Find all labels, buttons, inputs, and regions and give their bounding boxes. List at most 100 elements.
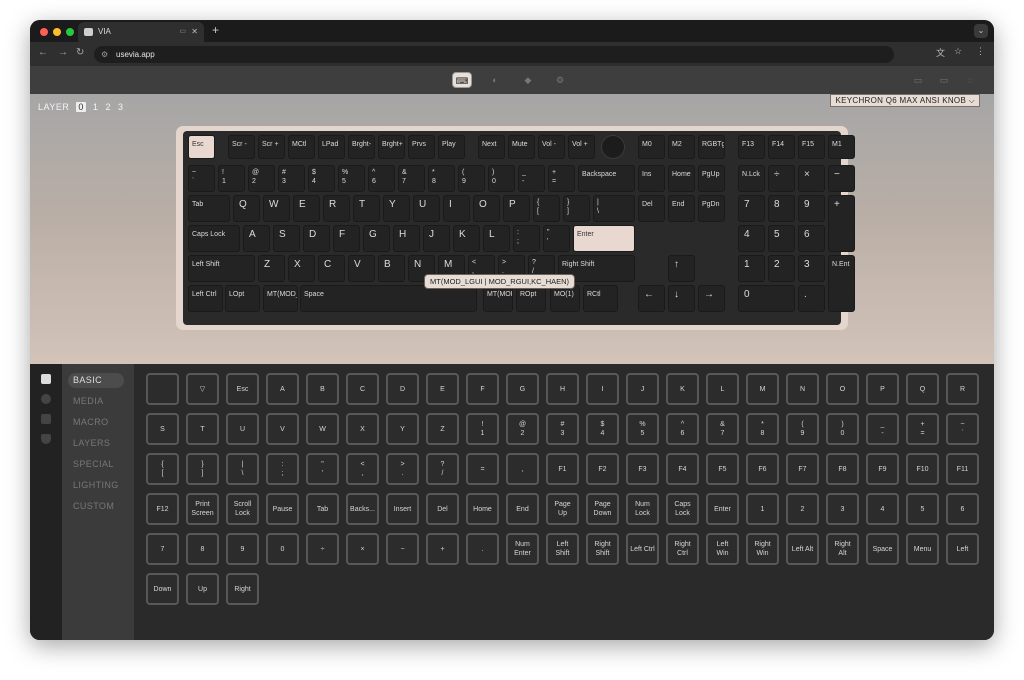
keycode-button[interactable]: 4: [866, 493, 899, 525]
keycode-button[interactable]: 2: [786, 493, 819, 525]
keycode-button[interactable]: A: [266, 373, 299, 405]
keycode-button[interactable]: Home: [466, 493, 499, 525]
keyboard-key[interactable]: | \: [593, 195, 635, 222]
new-tab-button[interactable]: +: [212, 23, 219, 37]
keycode-button[interactable]: & 7: [706, 413, 739, 445]
keycode-button[interactable]: H: [546, 373, 579, 405]
keycode-button[interactable]: Page Down: [586, 493, 619, 525]
keyboard-key[interactable]: .: [798, 285, 825, 312]
keyboard-key[interactable]: ~ `: [188, 165, 215, 192]
keyboard-key[interactable]: →: [698, 285, 725, 312]
keyboard-key[interactable]: ! 1: [218, 165, 245, 192]
keyboard-key[interactable]: Y: [383, 195, 410, 222]
bookmark-star-icon[interactable]: ☆: [954, 46, 962, 57]
keycode-button[interactable]: J: [626, 373, 659, 405]
keyboard-key[interactable]: F: [333, 225, 360, 252]
keycode-button[interactable]: 1: [746, 493, 779, 525]
keyboard-key[interactable]: _ -: [518, 165, 545, 192]
keyboard-key[interactable]: ↓: [668, 285, 695, 312]
keyboard-key[interactable]: $ 4: [308, 165, 335, 192]
category-layers[interactable]: LAYERS: [68, 436, 124, 451]
keyboard-key[interactable]: Scr -: [228, 135, 255, 159]
keycode-button[interactable]: Page Up: [546, 493, 579, 525]
keycode-button[interactable]: N: [786, 373, 819, 405]
keycode-button[interactable]: ! 1: [466, 413, 499, 445]
category-special[interactable]: SPECIAL: [68, 457, 124, 472]
keyboard-key[interactable]: S: [273, 225, 300, 252]
browser-tab[interactable]: VIA ▭ ✕: [78, 22, 204, 42]
keyboard-key[interactable]: RGBTg: [698, 135, 725, 159]
keycode-button[interactable]: { [: [146, 453, 179, 485]
keycode-button[interactable]: B: [306, 373, 339, 405]
keyboard-key[interactable]: Mute: [508, 135, 535, 159]
keyboard-key[interactable]: " ': [543, 225, 570, 252]
keycode-button[interactable]: Backs...: [346, 493, 379, 525]
keyboard-key[interactable]: % 5: [338, 165, 365, 192]
keycode-button[interactable]: Left Ctrl: [626, 533, 659, 565]
keycode-button[interactable]: S: [146, 413, 179, 445]
keycode-button[interactable]: ^ 6: [666, 413, 699, 445]
via-ext-icon-3[interactable]: ◌: [960, 72, 980, 88]
via-ext-icon-1[interactable]: ▭: [908, 72, 928, 88]
settings-gear-icon[interactable]: ⚙: [550, 72, 570, 88]
keycode-button[interactable]: Left Shift: [546, 533, 579, 565]
keycode-button[interactable]: X: [346, 413, 379, 445]
keyboard-key[interactable]: Del: [638, 195, 665, 222]
keycode-button[interactable]: I: [586, 373, 619, 405]
keyboard-key[interactable]: 9: [798, 195, 825, 222]
category-custom[interactable]: CUSTOM: [68, 499, 124, 514]
keycode-button[interactable]: L: [706, 373, 739, 405]
keyboard-key[interactable]: X: [288, 255, 315, 282]
keycode-button[interactable]: Right Alt: [826, 533, 859, 565]
keyboard-key[interactable]: U: [413, 195, 440, 222]
keyboard-key[interactable]: LPad: [318, 135, 345, 159]
category-macro[interactable]: MACRO: [68, 415, 124, 430]
keyboard-key[interactable]: Tab: [188, 195, 230, 222]
keyboard-key[interactable]: Brght-: [348, 135, 375, 159]
keycode-button[interactable]: F4: [666, 453, 699, 485]
layer-1-button[interactable]: 1: [93, 102, 99, 112]
keyboard-key[interactable]: I: [443, 195, 470, 222]
keyboard-key[interactable]: Play: [438, 135, 465, 159]
keycode-button[interactable]: Scroll Lock: [226, 493, 259, 525]
tab-search-button[interactable]: ⌄: [974, 24, 988, 38]
keycode-button[interactable]: Right Win: [746, 533, 779, 565]
keyboard-key[interactable]: 8: [768, 195, 795, 222]
keyboard-key[interactable]: ^ 6: [368, 165, 395, 192]
close-tab-icon[interactable]: ✕: [191, 22, 198, 42]
translate-icon[interactable]: 文: [936, 46, 945, 59]
keycode-button[interactable]: P: [866, 373, 899, 405]
keyboard-key[interactable]: P: [503, 195, 530, 222]
keyboard-key[interactable]: M2: [668, 135, 695, 159]
keycode-button[interactable]: + =: [906, 413, 939, 445]
category-media[interactable]: MEDIA: [68, 394, 124, 409]
keyboard-key[interactable]: 2: [768, 255, 795, 282]
keycode-button[interactable]: ( 9: [786, 413, 819, 445]
keycode-button[interactable]: F10: [906, 453, 939, 485]
keyboard-key[interactable]: MCtl: [288, 135, 315, 159]
keyboard-key[interactable]: Backspace: [578, 165, 635, 192]
keycode-button[interactable]: F6: [746, 453, 779, 485]
keycode-button[interactable]: +: [426, 533, 459, 565]
keycode-button[interactable]: ~ `: [946, 413, 979, 445]
keycode-button[interactable]: End: [506, 493, 539, 525]
keyboard-key[interactable]: } ]: [563, 195, 590, 222]
keyboard-key[interactable]: : ;: [513, 225, 540, 252]
design-icon[interactable]: ◆: [518, 72, 538, 88]
keyboard-configure-icon[interactable]: ⌨: [452, 72, 472, 88]
keyboard-key[interactable]: Caps Lock: [188, 225, 240, 252]
layer-3-button[interactable]: 3: [118, 102, 124, 112]
keyboard-key[interactable]: { [: [533, 195, 560, 222]
rotary-knob[interactable]: [601, 135, 625, 159]
keycode-button[interactable]: Print Screen: [186, 493, 219, 525]
keyboard-key[interactable]: B: [378, 255, 405, 282]
keycode-button[interactable]: Caps Lock: [666, 493, 699, 525]
category-basic[interactable]: BASIC: [68, 373, 124, 388]
keycode-button[interactable]: ×: [346, 533, 379, 565]
keyboard-key[interactable]: +: [828, 195, 855, 252]
keycode-button[interactable]: F5: [706, 453, 739, 485]
via-ext-icon-2[interactable]: ▭: [934, 72, 954, 88]
keyboard-key[interactable]: O: [473, 195, 500, 222]
keycode-button[interactable]: F9: [866, 453, 899, 485]
keyboard-key[interactable]: F13: [738, 135, 765, 159]
